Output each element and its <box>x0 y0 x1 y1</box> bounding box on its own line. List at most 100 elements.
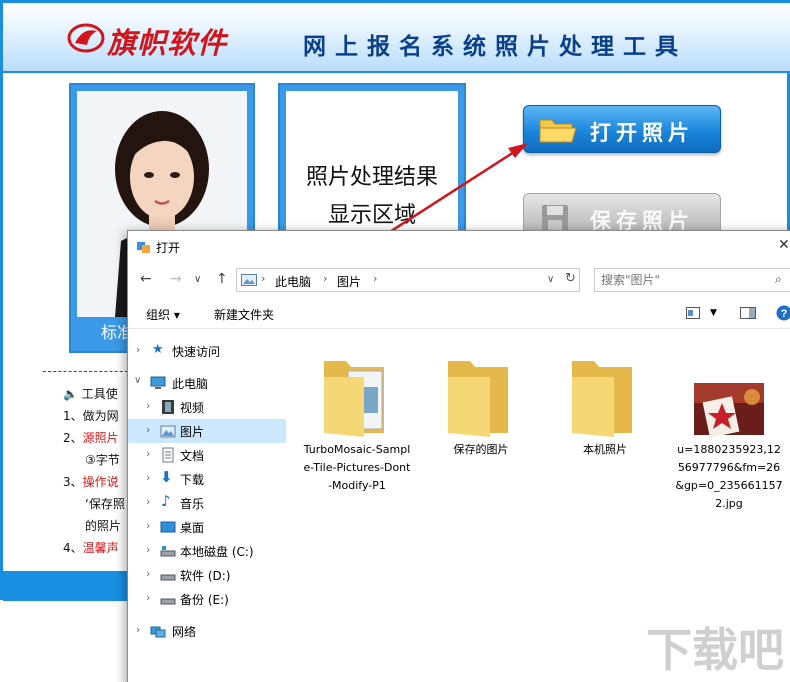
breadcrumb-pictures[interactable]: 图片 <box>337 273 361 290</box>
help-line: 4、温馨声 <box>63 541 119 555</box>
help-text: 🔈 工具使 1、做为网 2、源照片 ③字节 3、操作说 ‘保存照 的照片 4、温… <box>63 383 125 559</box>
nav-item-videos[interactable]: › 视频 <box>128 395 286 419</box>
music-icon: ♪ <box>161 492 171 510</box>
logo-icon <box>67 23 105 53</box>
breadcrumb-separator: › <box>373 272 378 285</box>
chevron-right-icon[interactable]: › <box>146 423 150 436</box>
view-dropdown-icon[interactable]: ▼ <box>710 308 717 318</box>
open-photo-button[interactable]: 打开照片 <box>523 105 721 153</box>
search-input[interactable] <box>601 272 761 288</box>
nav-item-downloads[interactable]: › ⬇ 下载 <box>128 467 286 491</box>
breadcrumb-separator: › <box>323 272 328 285</box>
download-icon: ⬇ <box>160 468 173 486</box>
back-icon[interactable]: ← <box>140 271 152 287</box>
pictures-icon <box>160 425 176 438</box>
nav-item-documents[interactable]: › 文档 <box>128 443 286 467</box>
chevron-right-icon[interactable]: › <box>146 399 150 412</box>
close-icon[interactable]: ✕ <box>778 237 790 253</box>
file-item-image[interactable]: u=1880235923,1256977796&fm=26&gp=0_23566… <box>674 337 784 517</box>
help-line: ③字节 <box>85 453 120 467</box>
video-icon <box>162 400 174 414</box>
file-name: TurboMosaic-Sample-Tile-Pictures-Dont-Mo… <box>303 443 411 492</box>
file-item-folder[interactable]: 保存的图片 <box>426 337 536 517</box>
file-name: 本机照片 <box>583 443 627 456</box>
app-header: 旗帜软件 网上报名系统照片处理工具 <box>3 3 790 73</box>
divider <box>43 371 133 372</box>
star-icon: ★ <box>152 342 164 357</box>
nav-item-desktop[interactable]: › 桌面 <box>128 515 286 539</box>
nav-item-pictures[interactable]: › 图片 <box>128 419 286 443</box>
view-options-icon[interactable] <box>686 307 700 319</box>
chevron-right-icon[interactable]: › <box>146 567 150 580</box>
chevron-right-icon[interactable]: › <box>136 623 140 636</box>
desktop-icon <box>160 521 176 533</box>
computer-icon <box>150 376 166 389</box>
pictures-location-icon <box>241 274 257 286</box>
chevron-right-icon[interactable]: › <box>146 447 150 460</box>
help-icon[interactable]: ? <box>776 305 790 321</box>
folder-with-files-icon <box>324 361 384 437</box>
drive-icon <box>160 574 176 581</box>
file-item-folder[interactable]: 本机照片 <box>550 337 660 517</box>
search-box[interactable]: ⌕ <box>594 268 790 292</box>
breadcrumb-this-pc[interactable]: 此电脑 <box>275 273 311 290</box>
file-name: u=1880235923,1256977796&fm=26&gp=0_23566… <box>675 443 783 510</box>
chevron-down-icon[interactable]: ∨ <box>134 375 141 386</box>
nav-item-drive-e[interactable]: › 备份 (E:) <box>128 587 286 611</box>
chevron-right-icon[interactable]: › <box>146 591 150 604</box>
help-line: 2、源照片 <box>63 431 119 445</box>
address-dropdown-icon[interactable]: ∨ <box>547 274 554 285</box>
image-thumbnail <box>694 383 764 438</box>
nav-item-music[interactable]: › ♪ 音乐 <box>128 491 286 515</box>
speaker-icon: 🔈 <box>63 387 78 401</box>
help-line: 的照片 <box>85 519 122 533</box>
nav-item-this-pc[interactable]: ∨ 此电脑 <box>128 371 286 395</box>
organize-menu[interactable]: 组织 ▾ <box>146 306 180 323</box>
help-line: ‘保存照 <box>85 497 125 511</box>
chevron-right-icon[interactable]: › <box>146 543 150 556</box>
breadcrumb-separator: › <box>261 272 266 285</box>
up-icon[interactable]: ↑ <box>216 271 228 287</box>
new-folder-button[interactable]: 新建文件夹 <box>214 306 274 323</box>
dialog-title: 打开 <box>156 241 181 255</box>
recent-dropdown-icon[interactable]: ∨ <box>194 274 201 285</box>
watermark-logo: 下载吧 <box>646 623 784 677</box>
folder-icon <box>572 361 632 437</box>
folder-icon <box>448 361 508 437</box>
app-icon <box>137 242 150 253</box>
search-icon[interactable]: ⌕ <box>775 272 782 287</box>
chevron-right-icon[interactable]: › <box>146 519 150 532</box>
chevron-right-icon[interactable]: › <box>146 471 150 484</box>
help-line: 1、做为网 <box>63 409 119 423</box>
dialog-titlebar: 打开 ✕ <box>128 231 790 263</box>
svg-text:?: ? <box>781 308 788 320</box>
nav-item-drive-d[interactable]: › 软件 (D:) <box>128 563 286 587</box>
nav-item-drive-c[interactable]: › 本地磁盘 (C:) <box>128 539 286 563</box>
address-row: ← → ∨ ↑ › 此电脑 › 图片 › ∨ ↻ ⌕ <box>128 265 790 295</box>
chevron-right-icon[interactable]: › <box>136 343 140 356</box>
dialog-toolbar: 组织 ▾ 新建文件夹 ▼ ? <box>128 299 790 329</box>
open-photo-label: 打开照片 <box>590 121 694 145</box>
screen: 旗帜软件 网上报名系统照片处理工具 标准 照片处理结果 显示区域 打开照片 保存… <box>0 0 790 682</box>
address-bar[interactable]: › 此电脑 › 图片 › ∨ ↻ <box>236 268 580 292</box>
app-title: 网上报名系统照片处理工具 <box>303 34 687 60</box>
help-line: 🔈 工具使 <box>63 387 118 401</box>
drive-icon <box>160 598 176 605</box>
file-name: 保存的图片 <box>453 443 509 456</box>
chevron-right-icon[interactable]: › <box>146 495 150 508</box>
result-placeholder: 照片处理结果 显示区域 <box>286 159 458 235</box>
file-item-folder[interactable]: TurboMosaic-Sample-Tile-Pictures-Dont-Mo… <box>302 337 412 517</box>
nav-item-quick-access[interactable]: › ★ 快速访问 <box>128 339 286 363</box>
result-panel: 照片处理结果 显示区域 <box>278 83 466 243</box>
drive-icon <box>160 546 176 557</box>
navigation-pane: › ★ 快速访问 ∨ 此电脑 › 视频 › 图片 › 文档 › ⬇ 下载 › ♪… <box>128 331 286 682</box>
nav-item-network[interactable]: › 网络 <box>128 619 286 643</box>
folder-icon <box>539 119 577 143</box>
logo-text: 旗帜软件 <box>107 26 228 60</box>
forward-icon[interactable]: → <box>170 271 182 287</box>
document-icon <box>162 447 174 463</box>
preview-pane-icon[interactable] <box>740 307 756 319</box>
refresh-icon[interactable]: ↻ <box>565 271 576 286</box>
help-line: 3、操作说 <box>63 475 119 489</box>
network-icon <box>150 626 166 638</box>
